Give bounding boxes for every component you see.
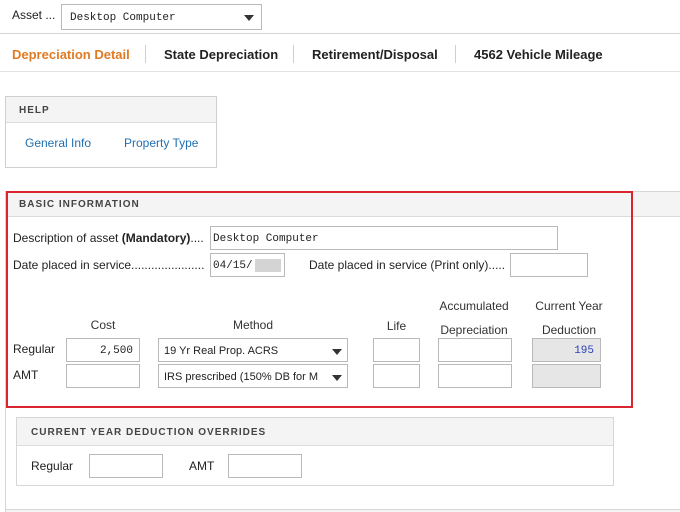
override-regular-label: Regular xyxy=(31,459,74,473)
override-amt-input[interactable] xyxy=(228,454,302,478)
highlight-frame xyxy=(6,191,633,408)
deduction-overrides-panel: CURRENT YEAR DEDUCTION OVERRIDES Regular… xyxy=(16,417,614,486)
override-amt-label: AMT xyxy=(189,459,215,473)
tab-depreciation-detail[interactable]: Depreciation Detail xyxy=(12,47,130,62)
divider xyxy=(0,33,680,34)
help-title: HELP xyxy=(19,105,50,116)
tab-separator xyxy=(455,45,456,63)
asset-label: Asset ... xyxy=(12,8,56,22)
tab-separator xyxy=(145,45,146,63)
property-type-link[interactable]: Property Type xyxy=(124,136,198,150)
deduction-overrides-title: CURRENT YEAR DEDUCTION OVERRIDES xyxy=(31,427,267,438)
tab-separator xyxy=(293,45,294,63)
tab-state-depreciation[interactable]: State Depreciation xyxy=(164,47,278,62)
help-panel-header: HELP xyxy=(6,97,216,123)
asset-select-value: Desktop Computer xyxy=(70,12,176,24)
help-panel: HELP General Info Property Type xyxy=(5,96,217,168)
deduction-overrides-header: CURRENT YEAR DEDUCTION OVERRIDES xyxy=(17,418,613,446)
general-info-link[interactable]: General Info xyxy=(25,136,91,150)
tab-retirement-disposal[interactable]: Retirement/Disposal xyxy=(312,47,438,62)
asset-select[interactable]: Desktop Computer xyxy=(61,4,262,30)
override-regular-input[interactable] xyxy=(89,454,163,478)
divider xyxy=(0,71,680,72)
tab-4562-vehicle-mileage[interactable]: 4562 Vehicle Mileage xyxy=(474,47,603,62)
chevron-down-icon xyxy=(244,15,254,21)
